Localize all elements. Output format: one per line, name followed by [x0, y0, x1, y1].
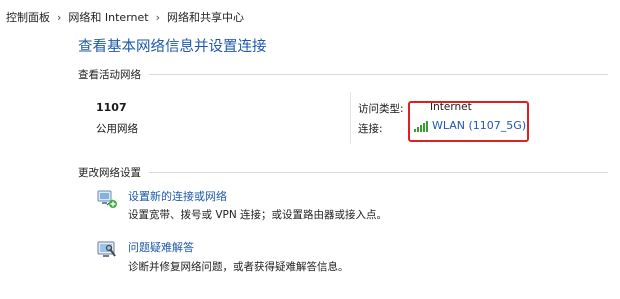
- page-title: 查看基本网络信息并设置连接: [78, 39, 267, 55]
- troubleshoot-link[interactable]: 问题疑难解答: [128, 239, 194, 255]
- network-name: 1107: [96, 101, 127, 114]
- new-connection-icon: [96, 188, 118, 210]
- setup-new-connection-link[interactable]: 设置新的连接或网络: [128, 188, 227, 204]
- breadcrumb-separator-icon: ›: [57, 10, 62, 24]
- section-divider: [149, 74, 608, 75]
- breadcrumb-control-panel[interactable]: 控制面板: [6, 9, 50, 25]
- change-settings-header: 更改网络设置: [78, 165, 608, 180]
- connection-label: 连接:: [358, 123, 383, 135]
- wifi-signal-icon: [414, 121, 428, 132]
- vertical-divider: [350, 92, 351, 144]
- wlan-connection-label: WLAN (1107_5G): [432, 119, 527, 132]
- troubleshoot-icon: [96, 239, 118, 261]
- active-networks-header: 查看活动网络: [78, 67, 608, 82]
- wlan-connection-link[interactable]: WLAN (1107_5G): [414, 119, 526, 132]
- breadcrumb-network-internet[interactable]: 网络和 Internet: [68, 9, 148, 25]
- change-settings-header-label: 更改网络设置: [78, 167, 141, 179]
- breadcrumb-separator-icon: ›: [155, 10, 160, 24]
- access-type-label: 访问类型:: [358, 103, 404, 115]
- setup-new-connection-description: 设置宽带、拨号或 VPN 连接；或设置路由器或接入点。: [128, 209, 388, 221]
- troubleshoot-description: 诊断并修复网络问题，或者获得疑难解答信息。: [128, 261, 349, 273]
- network-type: 公用网络: [96, 123, 138, 135]
- section-divider: [149, 172, 608, 173]
- active-networks-header-label: 查看活动网络: [78, 69, 141, 81]
- breadcrumb-network-sharing-center[interactable]: 网络和共享中心: [167, 9, 244, 25]
- breadcrumb: 控制面板 › 网络和 Internet › 网络和共享中心: [0, 0, 620, 34]
